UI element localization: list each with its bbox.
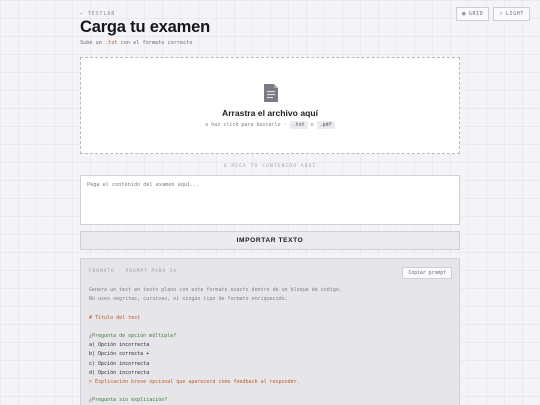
file-dropzone[interactable] — [80, 57, 460, 154]
subtitle-post: con el formato correcto — [117, 40, 193, 46]
prompt-label: FORMATO · PROMPT PARA IA — [89, 269, 177, 274]
import-text-button[interactable]: IMPORTAR TEXTO — [80, 231, 460, 250]
copy-prompt-button[interactable]: Copiar prompt — [402, 267, 452, 279]
prompt-line — [89, 323, 451, 332]
paste-textarea[interactable] — [80, 175, 460, 225]
dropzone-title: Arrastra el archivo aquí — [221, 108, 318, 118]
prompt-line: No uses negritas, cursivas, ni ningún ti… — [89, 296, 288, 303]
dropzone-subtitle: o haz click para buscarlo · .txt o .pdf — [80, 121, 460, 129]
theme-toggle-button[interactable]: ☼ LIGHT — [493, 7, 530, 21]
ext-chip-pdf: .pdf — [316, 121, 335, 129]
prompt-line: d) Opción incorrecta — [89, 369, 150, 376]
dropzone-sub-mid: o — [307, 122, 317, 128]
page-title: Carga tu examen — [80, 18, 210, 36]
prompt-line: # Título del test — [89, 314, 141, 321]
paste-divider-label: O PEGA TU CONTENIDO AQUÍ — [223, 164, 317, 169]
prompt-line: ¿Pregunta de opción múltiple? — [89, 332, 177, 339]
prompt-line: Genera un test en texto plano con este f… — [89, 287, 342, 293]
grid-toggle-button[interactable]: ▦ GRID — [456, 7, 490, 21]
page-subtitle: Sube un .txt con el formato correcto — [80, 40, 192, 46]
dropzone-sub-pre: o haz click para buscarlo · — [205, 122, 290, 128]
subtitle-ext: .txt — [105, 40, 118, 46]
prompt-line: c) Opción incorrecta — [89, 360, 150, 367]
prompt-line: > Explicación breve opcional que aparece… — [89, 378, 300, 385]
grid-icon: ▦ — [462, 11, 466, 17]
back-link[interactable]: ← TESTLAB — [80, 11, 115, 17]
ext-chip-txt: .txt — [289, 121, 308, 129]
format-prompt-panel: FORMATO · PROMPT PARA IA Copiar prompt G… — [80, 258, 460, 405]
document-icon — [264, 84, 278, 102]
theme-button-label: LIGHT — [505, 11, 524, 17]
prompt-line — [89, 387, 451, 396]
prompt-line: ¿Pregunta sin explicación? — [89, 397, 168, 404]
top-toolbar: ▦ GRID ☼ LIGHT — [456, 7, 530, 21]
grid-button-label: GRID — [468, 11, 484, 17]
prompt-line: a) Opción incorrecta — [89, 342, 150, 349]
subtitle-pre: Sube un — [80, 40, 105, 46]
prompt-line — [89, 304, 451, 313]
prompt-line: b) Opción correcta + — [89, 351, 150, 358]
prompt-text: Genera un test en texto plano con este f… — [89, 286, 451, 405]
sun-icon: ☼ — [499, 11, 503, 17]
